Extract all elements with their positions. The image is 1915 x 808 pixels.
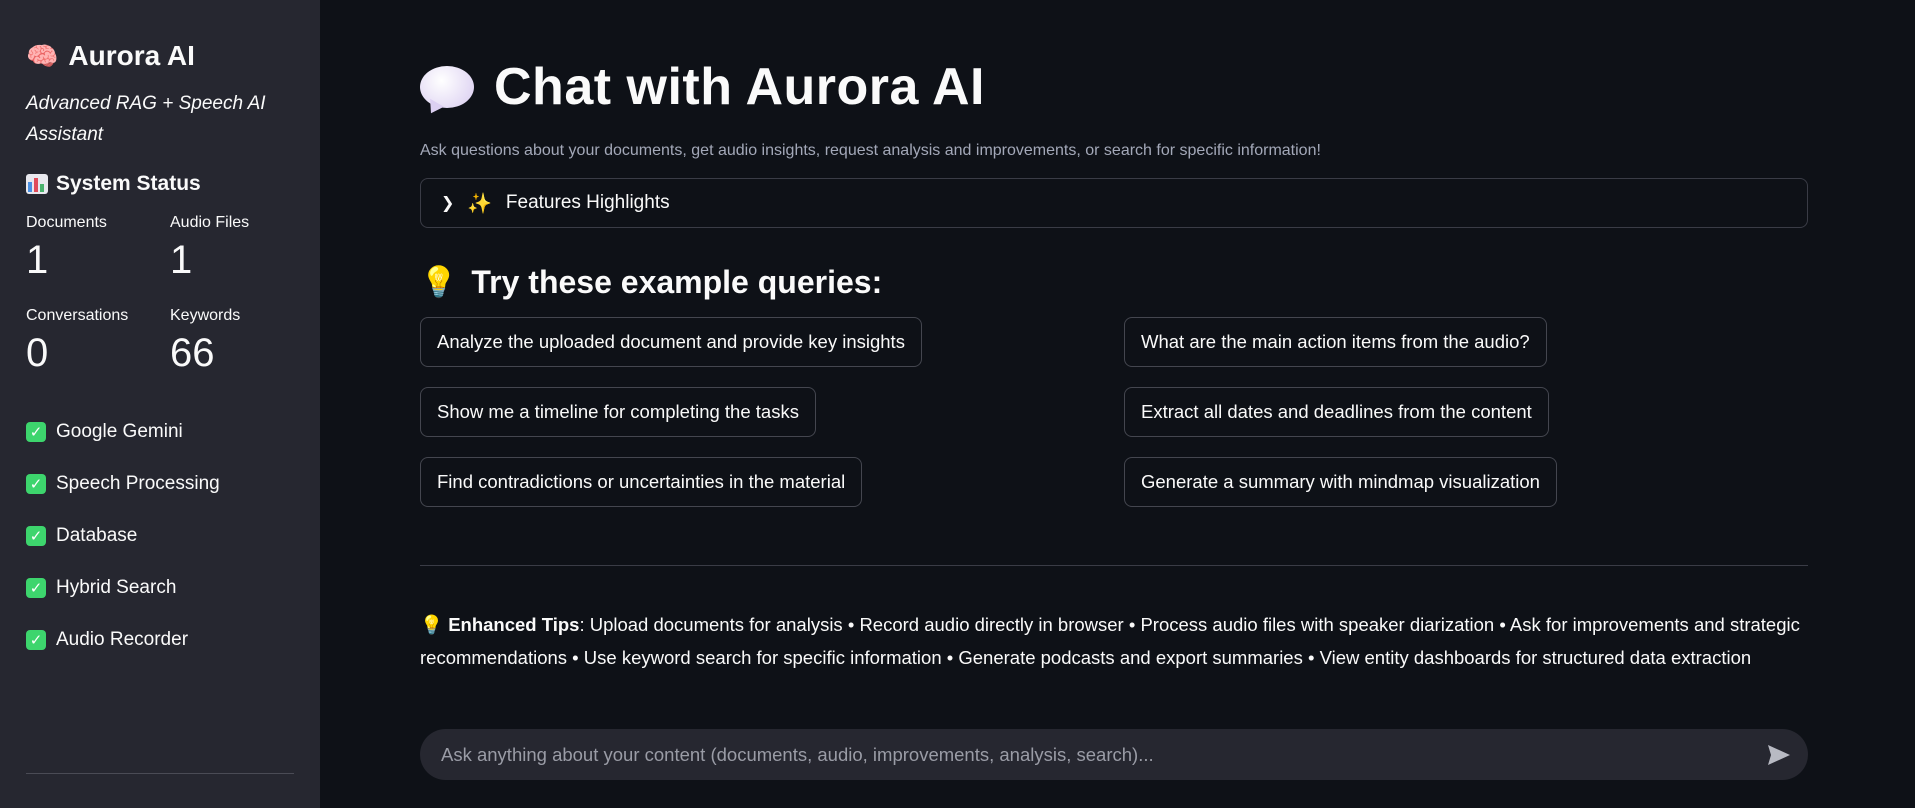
status-item-audio-recorder: ✓ Audio Recorder [26,614,294,666]
check-icon: ✓ [26,526,46,546]
sidebar-divider [26,773,294,774]
features-highlights-expander[interactable]: ❯ ✨ Features Highlights [420,178,1808,228]
expander-label: Features Highlights [505,192,670,213]
example-queries-grid: Analyze the uploaded document and provid… [420,317,1808,507]
system-status-heading: System Status [26,172,294,196]
chat-input-bar [420,729,1808,780]
example-query-button[interactable]: Analyze the uploaded document and provid… [420,317,922,367]
sidebar-tagline: Advanced RAG + Speech AI Assistant [26,93,266,145]
divider [420,565,1808,566]
metric-label: Documents [26,214,107,231]
status-item-hybrid-search: ✓ Hybrid Search [26,562,294,614]
bar-chart-icon [26,174,48,194]
tips-label: Enhanced Tips [448,614,580,635]
system-status-title: System Status [56,172,201,195]
examples-heading: 💡 Try these example queries: [420,264,1808,301]
status-item-google-gemini: ✓ Google Gemini [26,406,294,458]
brain-icon: 🧠 [26,40,59,71]
metric-value: 0 [26,331,49,375]
page-header: Chat with Aurora AI [420,52,1808,122]
chat-input[interactable] [441,743,1766,766]
status-list: ✓ Google Gemini ✓ Speech Processing ✓ Da… [26,406,294,666]
example-query-button[interactable]: Generate a summary with mindmap visualiz… [1124,457,1557,507]
status-item-speech-processing: ✓ Speech Processing [26,458,294,510]
status-label: Database [56,525,138,546]
example-query-button[interactable]: Find contradictions or uncertainties in … [420,457,863,507]
sidebar-brand: 🧠 Aurora AI [26,40,294,72]
metric-label: Keywords [170,307,241,324]
example-query-button[interactable]: Extract all dates and deadlines from the… [1124,387,1549,437]
brand-name: Aurora AI [68,40,195,71]
tips-text: : Upload documents for analysis • Record… [420,614,1800,668]
app-root: 🧠 Aurora AI Advanced RAG + Speech AI Ass… [0,0,1915,808]
metric-audio-files: Audio Files 1 [170,214,314,283]
chevron-right-icon: ❯ [441,195,455,212]
check-icon: ✓ [26,630,46,650]
metric-value: 66 [170,331,215,375]
sidebar: 🧠 Aurora AI Advanced RAG + Speech AI Ass… [0,0,320,808]
sparkles-icon: ✨ [467,192,492,215]
example-query-button[interactable]: Show me a timeline for completing the ta… [420,387,816,437]
metric-conversations: Conversations 0 [26,307,170,376]
metric-label: Audio Files [170,214,250,231]
metric-value: 1 [170,238,193,282]
example-query-button[interactable]: What are the main action items from the … [1124,317,1547,367]
status-label: Speech Processing [56,473,220,494]
status-label: Google Gemini [56,421,183,442]
enhanced-tips: 💡 Enhanced Tips: Upload documents for an… [420,608,1808,674]
page-title: Chat with Aurora AI [494,58,985,116]
metric-value: 1 [26,238,49,282]
metrics-grid: Documents 1 Audio Files 1 Conversations … [26,214,294,376]
check-icon: ✓ [26,578,46,598]
send-icon[interactable] [1766,742,1792,768]
examples-title: Try these example queries: [471,264,883,300]
check-icon: ✓ [26,474,46,494]
metric-keywords: Keywords 66 [170,307,314,376]
lightbulb-icon: 💡 [420,266,458,299]
check-icon: ✓ [26,422,46,442]
main-content: Chat with Aurora AI Ask questions about … [320,0,1915,808]
status-label: Audio Recorder [56,629,189,650]
tips-lightbulb-icon: 💡 [420,614,444,635]
page-subtitle: Ask questions about your documents, get … [420,142,1321,159]
metric-documents: Documents 1 [26,214,170,283]
metric-label: Conversations [26,307,129,324]
status-label: Hybrid Search [56,577,177,598]
speech-bubble-icon [420,66,474,108]
status-item-database: ✓ Database [26,510,294,562]
